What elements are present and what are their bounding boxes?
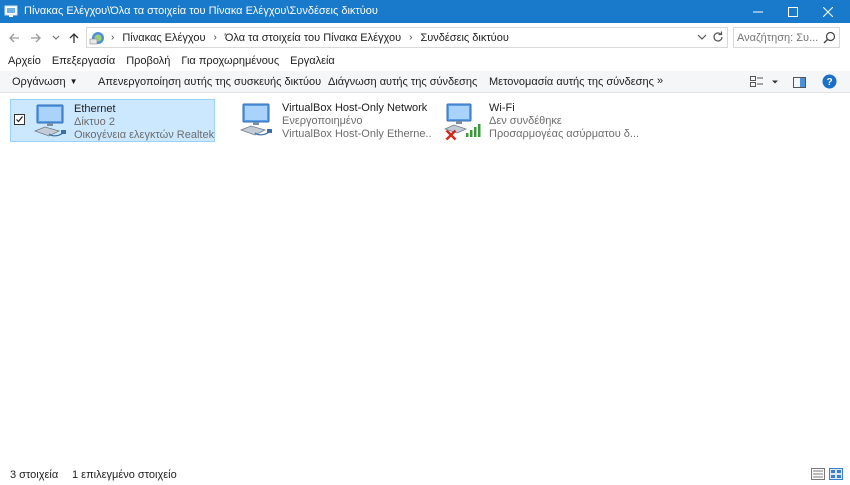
arrow-up-icon	[69, 33, 79, 43]
address-row: › Πίνακας Ελέγχου › Όλα τα στοιχεία του …	[0, 23, 850, 53]
connection-name: Ethernet	[74, 103, 116, 115]
disconnected-x-icon	[445, 129, 457, 141]
rename-button[interactable]: Μετονομασία αυτής της σύνδεσης	[489, 76, 654, 88]
preview-pane-button[interactable]	[793, 75, 806, 89]
maximize-icon	[788, 6, 798, 17]
search-box[interactable]	[733, 27, 840, 48]
back-button[interactable]	[6, 30, 22, 46]
ethernet-adapter-icon	[33, 104, 66, 137]
chevron-down-icon	[772, 80, 778, 84]
item-count: 3 στοιχεία	[10, 469, 59, 481]
breadcrumb-control-panel[interactable]: Πίνακας Ελέγχου	[122, 32, 205, 44]
change-view-button[interactable]	[750, 75, 780, 89]
arrow-left-icon	[9, 33, 19, 43]
connection-device: Προσαρμογέας ασύρματου δ...	[489, 128, 639, 140]
disable-device-button[interactable]: Απενεργοποίηση αυτής της συσκευής δικτύο…	[98, 76, 321, 88]
connection-name: VirtualBox Host-Only Network	[282, 102, 428, 114]
svg-text:?: ?	[826, 77, 832, 88]
diagnose-button[interactable]: Διάγνωση αυτής της σύνδεσης	[328, 76, 477, 88]
checkmark-icon	[16, 116, 23, 123]
status-bar: 3 στοιχεία 1 επιλεγμένο στοιχείο	[0, 460, 850, 485]
minimize-icon	[753, 11, 763, 12]
address-dropdown-icon[interactable]	[696, 31, 708, 43]
connection-name: Wi-Fi	[489, 102, 515, 114]
refresh-icon[interactable]	[711, 30, 725, 44]
organize-label: Οργάνωση	[12, 76, 66, 88]
close-icon	[823, 6, 833, 17]
forward-button[interactable]	[28, 30, 44, 46]
menu-file[interactable]: Αρχείο	[8, 55, 41, 67]
connection-network: Δίκτυο 2	[74, 116, 115, 128]
connection-status: Ενεργοποιημένο	[282, 115, 363, 127]
connection-item-wifi[interactable]: Wi-Fi Δεν συνδέθηκε Προσαρμογέας ασύρματ…	[443, 99, 643, 142]
large-icons-view-icon[interactable]	[829, 468, 843, 480]
address-bar[interactable]: › Πίνακας Ελέγχου › Όλα τα στοιχεία του …	[86, 27, 728, 48]
details-view-icon[interactable]	[811, 468, 825, 480]
connection-device: VirtualBox Host-Only Etherne...	[282, 128, 432, 140]
view-options-icon	[750, 76, 763, 87]
menu-bar: Αρχείο Επεξεργασία Προβολή Για προχωρημέ…	[0, 53, 850, 69]
connection-item-ethernet[interactable]: Ethernet Δίκτυο 2 Οικογένεια ελεγκτών Re…	[10, 99, 215, 142]
window-title: Πίνακας Ελέγχου\Όλα τα στοιχεία του Πίνα…	[24, 5, 378, 17]
arrow-right-icon	[31, 33, 41, 43]
connection-status: Δεν συνδέθηκε	[489, 115, 562, 127]
title-bar: Πίνακας Ελέγχου\Όλα τα στοιχεία του Πίνα…	[0, 0, 850, 23]
organize-button[interactable]: Οργάνωση ▼	[12, 76, 78, 88]
command-bar: Οργάνωση ▼ Απενεργοποίηση αυτής της συσκε…	[0, 71, 850, 93]
menu-edit[interactable]: Επεξεργασία	[52, 55, 115, 67]
chevron-down-icon	[52, 35, 60, 40]
selection-checkbox[interactable]	[14, 114, 25, 125]
preview-pane-icon	[793, 76, 806, 88]
help-button[interactable]: ?	[822, 74, 837, 88]
breadcrumb-separator[interactable]: ›	[214, 32, 217, 43]
control-panel-icon	[89, 32, 104, 45]
breadcrumb: › Πίνακας Ελέγχου › Όλα τα στοιχεία του …	[111, 28, 509, 47]
search-icon	[823, 31, 836, 44]
menu-tools[interactable]: Εργαλεία	[290, 55, 335, 67]
recent-locations-button[interactable]	[48, 30, 64, 46]
breadcrumb-separator[interactable]: ›	[409, 32, 412, 43]
more-commands-button[interactable]: »	[657, 75, 663, 87]
help-icon: ?	[822, 74, 837, 88]
ethernet-adapter-icon	[239, 103, 272, 136]
caret-down-icon: ▼	[69, 77, 78, 86]
search-input[interactable]	[737, 30, 821, 45]
up-button[interactable]	[66, 30, 82, 46]
connections-view: Ethernet Δίκτυο 2 Οικογένεια ελεγκτών Re…	[0, 93, 850, 460]
control-panel-app-icon	[4, 5, 18, 17]
breadcrumb-all-items[interactable]: Όλα τα στοιχεία του Πίνακα Ελέγχου	[225, 32, 401, 44]
close-button[interactable]	[805, 0, 850, 23]
menu-view[interactable]: Προβολή	[126, 55, 170, 67]
breadcrumb-network-connections[interactable]: Συνδέσεις δικτύου	[420, 32, 508, 44]
connection-item-virtualbox[interactable]: VirtualBox Host-Only Network Ενεργοποιημ…	[236, 99, 436, 142]
connection-device: Οικογένεια ελεγκτών Realtek ...	[74, 129, 214, 141]
breadcrumb-separator: ›	[111, 32, 115, 43]
menu-advanced[interactable]: Για προχωρημένους	[181, 55, 279, 67]
selected-count: 1 επιλεγμένο στοιχείο	[72, 469, 177, 481]
